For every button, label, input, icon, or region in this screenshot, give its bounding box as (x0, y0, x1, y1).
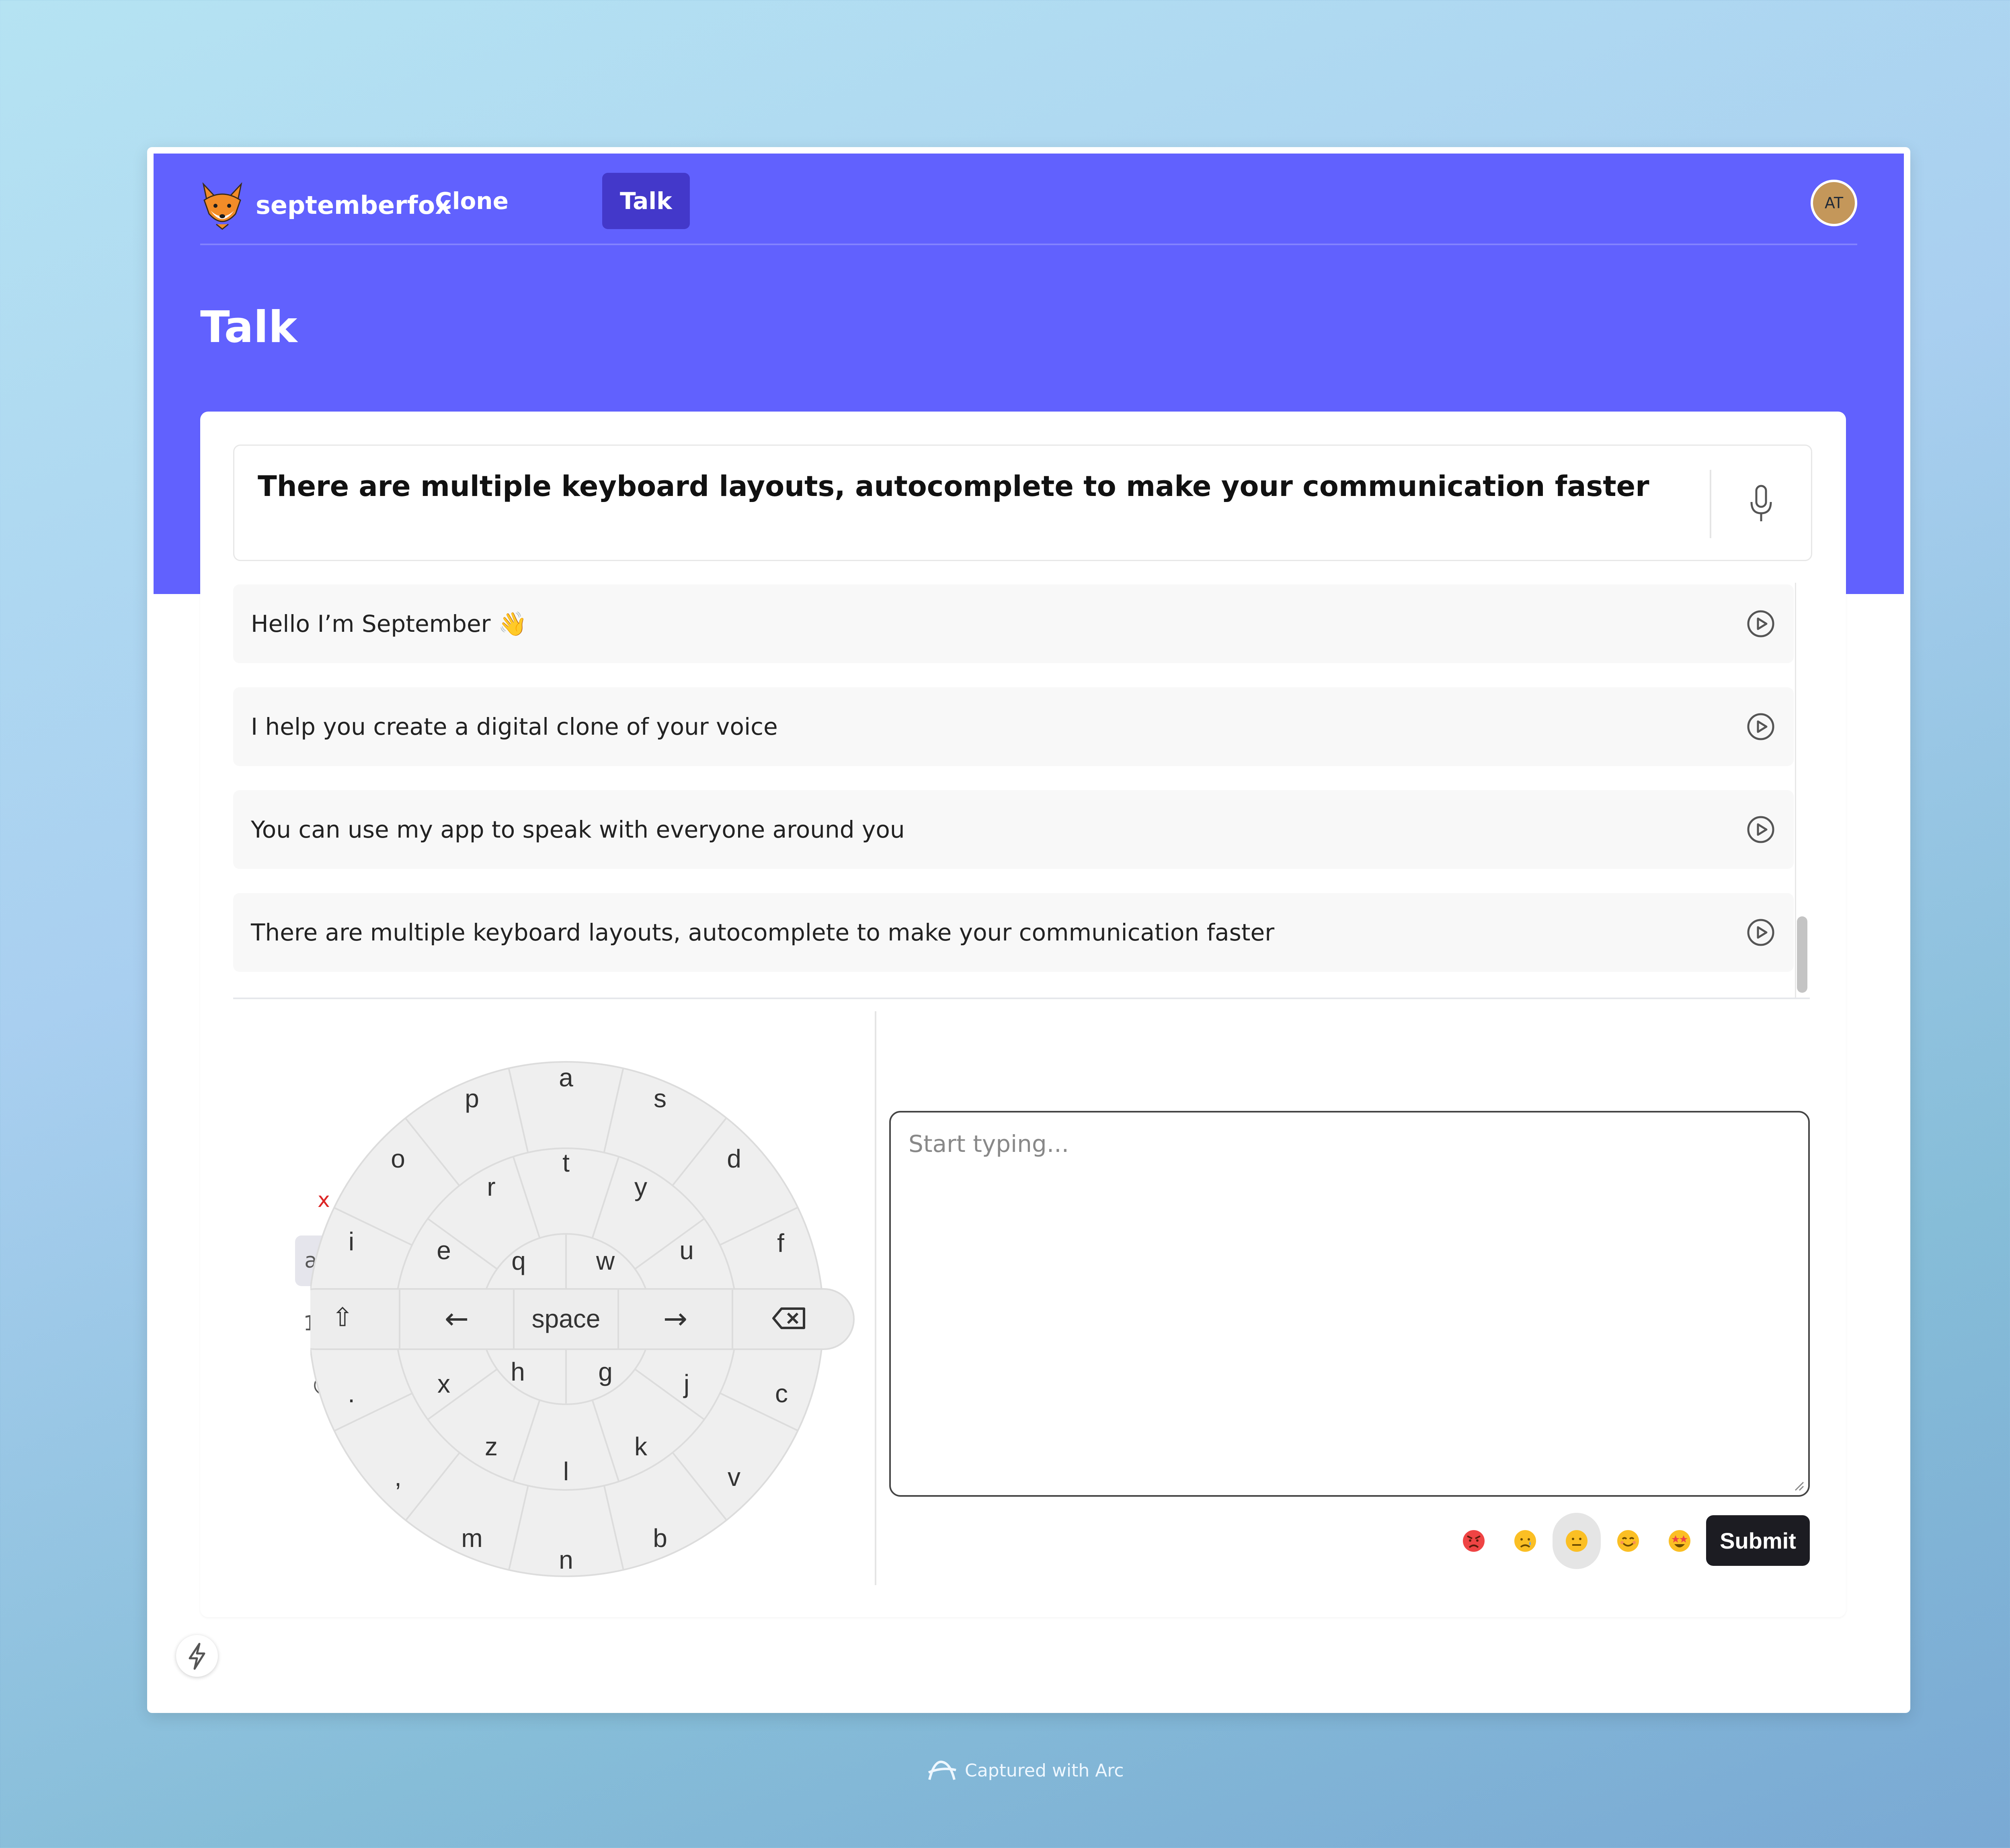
page-title: Talk (200, 302, 297, 352)
circular-keyboard[interactable]: a s d f c v b n m,. i o p t y u j k l z x e r q w h g ⇧ ← space → (310, 1032, 879, 1600)
key-r[interactable]: r (487, 1172, 495, 1201)
angry-face-icon (1463, 1530, 1485, 1552)
play-circle-icon[interactable] (1746, 918, 1775, 947)
key-l[interactable]: l (563, 1457, 569, 1486)
key-a[interactable]: a (559, 1063, 573, 1092)
play-circle-icon[interactable] (1746, 815, 1775, 844)
svg-text:⇧: ⇧ (332, 1303, 353, 1333)
play-circle-icon[interactable] (1746, 609, 1775, 638)
key-c[interactable]: c (775, 1379, 788, 1408)
key-t[interactable]: t (562, 1148, 570, 1177)
sad-face-icon (1514, 1530, 1536, 1552)
phrase-item[interactable]: You can use my app to speak with everyon… (233, 790, 1794, 869)
talk-card: There are multiple keyboard layouts, aut… (200, 412, 1846, 1617)
phrase-text: I help you create a digital clone of you… (251, 713, 778, 740)
key-right-arrow[interactable]: → (663, 1302, 687, 1336)
nav-talk[interactable]: Talk (602, 173, 690, 229)
caption-text: Captured with Arc (965, 1760, 1124, 1781)
key-y[interactable]: y (634, 1172, 647, 1201)
key-n[interactable]: n (559, 1545, 573, 1574)
key-space[interactable]: space (532, 1304, 601, 1333)
key-h[interactable]: h (511, 1357, 525, 1386)
top-nav: septemberfox Clone Talk AT (200, 163, 1857, 245)
fox-logo-icon[interactable] (200, 182, 244, 230)
star-struck-face-icon (1669, 1530, 1690, 1552)
happy-face-icon (1617, 1530, 1639, 1552)
mood-excited[interactable] (1655, 1513, 1704, 1569)
phrase-item[interactable]: Hello I’m September 👋 (233, 584, 1794, 663)
output-divider (1710, 470, 1711, 538)
capture-caption: Captured with Arc (926, 1756, 1124, 1784)
key-p[interactable]: p (465, 1084, 479, 1113)
play-circle-icon[interactable] (1746, 712, 1775, 741)
spoken-output-box: There are multiple keyboard layouts, aut… (233, 445, 1812, 561)
key-x[interactable]: x (437, 1369, 450, 1398)
submit-button[interactable]: Submit (1706, 1515, 1810, 1566)
key-e[interactable]: e (437, 1236, 451, 1265)
phrase-item[interactable]: I help you create a digital clone of you… (233, 687, 1794, 766)
key-o[interactable]: o (391, 1144, 405, 1173)
key-j[interactable]: j (683, 1369, 689, 1398)
phrase-text: You can use my app to speak with everyon… (251, 816, 905, 843)
phrase-history: Hello I’m September 👋 I help you create … (233, 583, 1810, 999)
key-g[interactable]: g (598, 1357, 613, 1386)
microphone-icon[interactable] (1749, 484, 1773, 524)
key-v[interactable]: v (728, 1463, 740, 1492)
key-s[interactable]: s (654, 1084, 667, 1113)
key-shift[interactable]: ⇧ (332, 1303, 353, 1333)
mood-sad[interactable] (1501, 1513, 1549, 1569)
key-m[interactable]: m (461, 1524, 482, 1553)
nav-clone[interactable]: Clone (417, 173, 526, 229)
phrase-text: Hello I’m September 👋 (251, 610, 527, 637)
lightning-bolt-icon (189, 1643, 205, 1670)
key-f[interactable]: f (777, 1229, 784, 1258)
phrase-item[interactable]: There are multiple keyboard layouts, aut… (233, 893, 1794, 972)
resize-handle-icon[interactable] (1794, 1481, 1804, 1491)
key-z[interactable]: z (485, 1432, 498, 1461)
mood-happy[interactable] (1604, 1513, 1652, 1569)
key-i[interactable]: i (349, 1227, 354, 1256)
mood-angry[interactable] (1450, 1513, 1498, 1569)
key-left-arrow[interactable]: ← (445, 1302, 469, 1336)
key-,[interactable]: , (394, 1463, 402, 1492)
history-scrollbar[interactable] (1795, 583, 1810, 998)
svg-text:←: ← (445, 1302, 469, 1336)
scrollbar-thumb[interactable] (1797, 916, 1807, 993)
key-q[interactable]: q (511, 1246, 526, 1275)
key-u[interactable]: u (679, 1236, 694, 1265)
spoken-output-text: There are multiple keyboard layouts, aut… (258, 470, 1649, 503)
arc-logo-icon (928, 1760, 956, 1780)
svg-text:space: space (532, 1304, 601, 1333)
user-avatar[interactable]: AT (1811, 180, 1857, 226)
svg-text:→: → (663, 1302, 687, 1336)
quick-action-button[interactable] (176, 1635, 218, 1677)
input-placeholder: Start typing... (909, 1130, 1069, 1158)
mood-neutral[interactable] (1553, 1513, 1601, 1569)
phrase-text: There are multiple keyboard layouts, aut… (251, 919, 1275, 946)
key-k[interactable]: k (634, 1432, 648, 1461)
key-w[interactable]: w (596, 1246, 615, 1275)
message-input[interactable]: Start typing... (889, 1111, 1810, 1497)
key-d[interactable]: d (727, 1144, 741, 1173)
app-window: septemberfox Clone Talk AT Talk There ar… (147, 147, 1910, 1713)
key-.[interactable]: . (348, 1379, 355, 1408)
key-b[interactable]: b (653, 1524, 667, 1553)
neutral-face-icon (1566, 1530, 1587, 1552)
